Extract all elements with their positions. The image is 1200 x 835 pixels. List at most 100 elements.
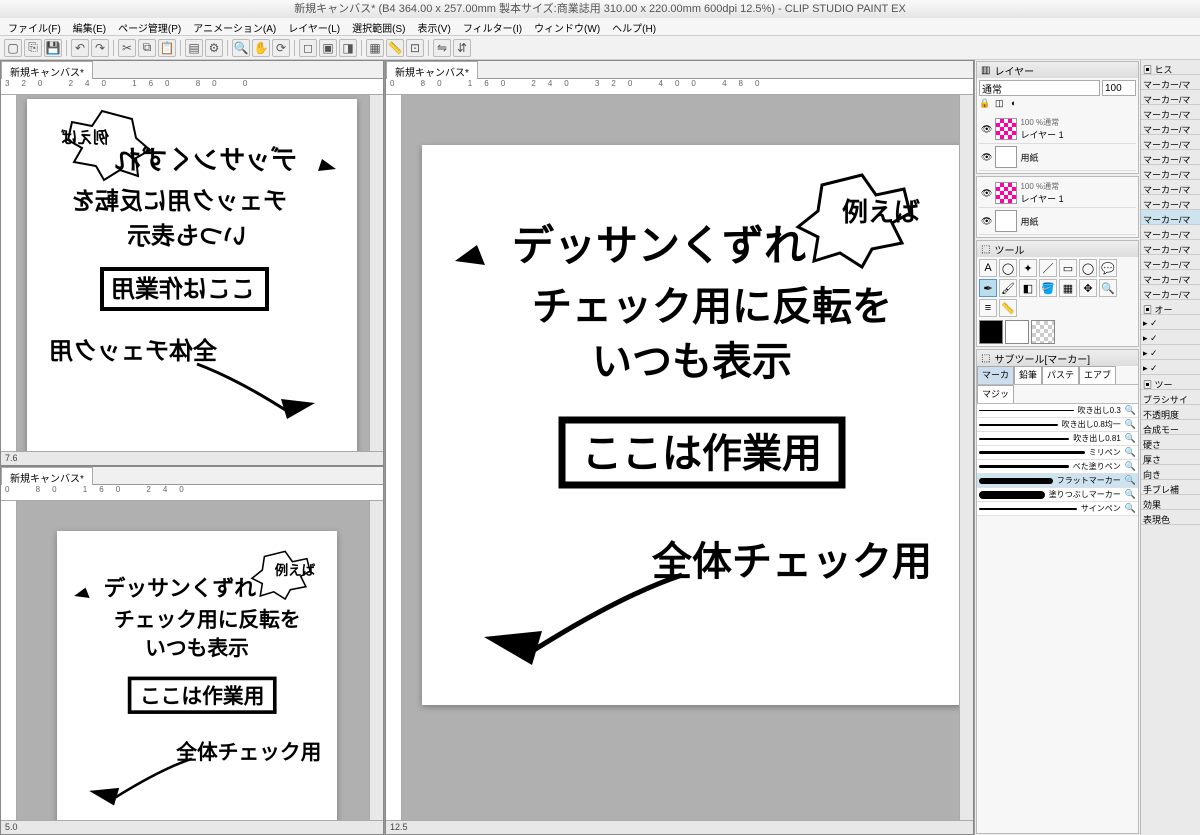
layer-row[interactable]: 👁 100 %通常レイヤー 1 (979, 115, 1136, 144)
scrollbar-v-a[interactable] (369, 95, 383, 451)
clip-icon[interactable]: ◫ (995, 98, 1009, 112)
history-item[interactable]: マーカー/マ (1141, 195, 1200, 210)
open-icon[interactable]: ⎘ (24, 39, 42, 57)
gear-icon[interactable]: ⚙ (205, 39, 223, 57)
autoaction-row[interactable]: ▸ ✓ (1141, 345, 1200, 360)
history-item[interactable]: マーカー/マ (1141, 210, 1200, 225)
history-item[interactable]: マーカー/マ (1141, 135, 1200, 150)
menu-file[interactable]: ファイル(F) (4, 18, 65, 35)
new-icon[interactable]: ▢ (4, 39, 22, 57)
selall-icon[interactable]: ▣ (319, 39, 337, 57)
scrollbar-h-c[interactable] (412, 821, 973, 834)
line-tool-icon[interactable]: ／ (1039, 259, 1057, 277)
canvas-main[interactable]: 例えば デッサンくずれ チェック用に反転を いつも表示 ここは作業用 全体チェッ… (422, 145, 959, 705)
history-item[interactable]: マーカー/マ (1141, 285, 1200, 300)
text-tool-icon[interactable]: A (979, 259, 997, 277)
search-icon[interactable]: 🔍 (1125, 405, 1136, 416)
menu-edit[interactable]: 編集(E) (69, 18, 110, 35)
mask-icon[interactable]: ◐ (1011, 98, 1025, 112)
scrollbar-h-a[interactable] (22, 452, 383, 465)
scrollbar-v-b[interactable] (369, 501, 383, 820)
history-item[interactable]: マーカー/マ (1141, 105, 1200, 120)
zoom-tool-icon[interactable]: 🔍 (1099, 279, 1117, 297)
cut-icon[interactable]: ✂ (118, 39, 136, 57)
opacity-input[interactable]: 100 (1102, 80, 1136, 96)
tab-canvas-b[interactable]: 新規キャンバス* (1, 467, 93, 485)
prop-row[interactable]: 向き (1141, 465, 1200, 480)
mirror-icon[interactable]: ⇵ (453, 39, 471, 57)
eye-icon[interactable]: 👁 (981, 124, 992, 135)
history-item[interactable]: マーカー/マ (1141, 255, 1200, 270)
pen-tool-icon[interactable]: ✒ (979, 279, 997, 297)
history-item[interactable]: マーカー/マ (1141, 75, 1200, 90)
paste-icon[interactable]: 📋 (158, 39, 176, 57)
autoaction-row[interactable]: ▸ ✓ (1141, 360, 1200, 375)
brush-row[interactable]: 吹き出し0.81🔍 (977, 432, 1138, 446)
brush-row[interactable]: 塗りつぶしマーカー🔍 (977, 488, 1138, 502)
undo-icon[interactable]: ↶ (71, 39, 89, 57)
scrollbar-h-b[interactable] (22, 821, 383, 834)
fill-tool-icon[interactable]: 🪣 (1039, 279, 1057, 297)
menu-page[interactable]: ページ管理(P) (114, 18, 185, 35)
rotate-icon[interactable]: ⟳ (272, 39, 290, 57)
menu-layer[interactable]: レイヤー(L) (284, 18, 344, 35)
eye-icon[interactable]: 👁 (981, 216, 992, 227)
menu-view[interactable]: 表示(V) (413, 18, 454, 35)
subtab-air[interactable]: エアブ (1079, 366, 1116, 384)
menu-anim[interactable]: アニメーション(A) (189, 18, 280, 35)
lock-icon[interactable]: 🔒 (979, 98, 993, 112)
brush-row[interactable]: サインペン🔍 (977, 502, 1138, 516)
menu-filter[interactable]: フィルター(I) (459, 18, 526, 35)
snap-icon[interactable]: ⊡ (406, 39, 424, 57)
history-item[interactable]: マーカー/マ (1141, 90, 1200, 105)
search-icon[interactable]: 🔍 (1125, 461, 1136, 472)
zoom-icon[interactable]: 🔍 (232, 39, 250, 57)
history-item[interactable]: マーカー/マ (1141, 150, 1200, 165)
grid-icon[interactable]: ▦ (366, 39, 384, 57)
transparent-color[interactable] (1031, 320, 1055, 344)
move-tool-icon[interactable]: ✥ (1079, 279, 1097, 297)
copy-icon[interactable]: ⧉ (138, 39, 156, 57)
brush-row[interactable]: フラットマーカー🔍 (977, 474, 1138, 488)
history-item[interactable]: マーカー/マ (1141, 240, 1200, 255)
scrollbar-v-c[interactable] (959, 95, 973, 820)
save-icon[interactable]: 💾 (44, 39, 62, 57)
brush-row[interactable]: ミリペン🔍 (977, 446, 1138, 460)
history-item[interactable]: マーカー/マ (1141, 165, 1200, 180)
prop-row[interactable]: ブラシサイ (1141, 390, 1200, 405)
wand-tool-icon[interactable]: ✦ (1019, 259, 1037, 277)
fg-color[interactable] (979, 320, 1003, 344)
blend-mode-select[interactable]: 通常 (979, 80, 1100, 96)
subtab-magic[interactable]: マジッ (977, 385, 1014, 403)
hand-icon[interactable]: ✋ (252, 39, 270, 57)
search-icon[interactable]: 🔍 (1125, 447, 1136, 458)
menu-help[interactable]: ヘルプ(H) (608, 18, 660, 35)
prop-row[interactable]: 手ブレ補 (1141, 480, 1200, 495)
subtab-pencil[interactable]: 鉛筆 (1014, 366, 1042, 384)
layer-icon[interactable]: ▤ (185, 39, 203, 57)
ruler-tool-icon[interactable]: 📏 (999, 299, 1017, 317)
flip-icon[interactable]: ⇋ (433, 39, 451, 57)
selinv-icon[interactable]: ◨ (339, 39, 357, 57)
blend-tool-icon[interactable]: ≡ (979, 299, 997, 317)
brush-row[interactable]: べた塗りペン🔍 (977, 460, 1138, 474)
autoaction-row[interactable]: ▸ ✓ (1141, 315, 1200, 330)
eraser-tool-icon[interactable]: ◧ (1019, 279, 1037, 297)
search-icon[interactable]: 🔍 (1125, 489, 1136, 500)
prop-row[interactable]: 硬さ (1141, 435, 1200, 450)
brush-row[interactable]: 吹き出し0.8均一🔍 (977, 418, 1138, 432)
history-item[interactable]: マーカー/マ (1141, 225, 1200, 240)
history-item[interactable]: マーカー/マ (1141, 180, 1200, 195)
history-item[interactable]: マーカー/マ (1141, 270, 1200, 285)
eye-icon[interactable]: 👁 (981, 188, 992, 199)
rect-tool-icon[interactable]: ▭ (1059, 259, 1077, 277)
tab-canvas-a[interactable]: 新規キャンバス* (1, 61, 93, 79)
search-icon[interactable]: 🔍 (1125, 475, 1136, 486)
search-icon[interactable]: 🔍 (1125, 433, 1136, 444)
prop-row[interactable]: 合成モー (1141, 420, 1200, 435)
menu-select[interactable]: 選択範囲(S) (348, 18, 409, 35)
ruler-icon[interactable]: 📏 (386, 39, 404, 57)
menu-window[interactable]: ウィンドウ(W) (530, 18, 604, 35)
subtab-marker[interactable]: マーカ (977, 366, 1014, 384)
layer-row[interactable]: 👁 用紙 (979, 144, 1136, 171)
